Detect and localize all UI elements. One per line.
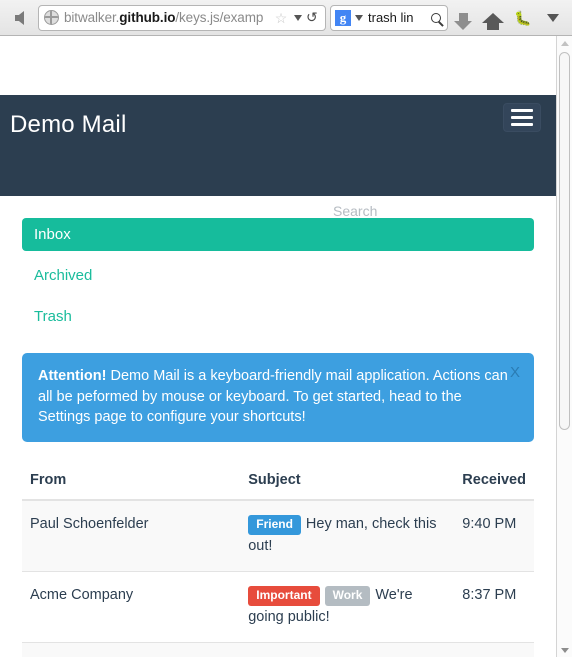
alert-body-text: Demo Mail is a keyboard-friendly mail ap…	[38, 368, 508, 426]
home-icon	[482, 12, 504, 30]
sidebar-item-trash[interactable]: Trash	[22, 300, 534, 333]
hamburger-bar	[511, 109, 533, 112]
browser-search-input[interactable]: trash lin	[367, 10, 431, 25]
table-row[interactable]: Mom FamilyYou haven't called in two week…	[22, 642, 534, 657]
browser-window: bitwalker.github.io/keys.js/examp ☆ ↻ g …	[0, 0, 572, 657]
table-header-row: From Subject Received	[22, 465, 534, 501]
cell-subject: Important Work We're going public!	[240, 571, 455, 643]
table-body: Paul Schoenfelder Friend Hey man, check t…	[22, 499, 534, 657]
list-item: Trash	[22, 300, 534, 333]
downloads-button[interactable]	[448, 4, 478, 32]
hamburger-bar	[511, 123, 533, 126]
status-badge[interactable]: Work	[324, 585, 371, 606]
back-button[interactable]	[4, 4, 34, 32]
sidebar-item-archived[interactable]: Archived	[22, 259, 534, 292]
url-prefix: bitwalker.	[64, 10, 120, 25]
main-content: Inbox Archived Trash X Attention! Demo M…	[0, 196, 556, 657]
browser-search-bar[interactable]: g trash lin	[330, 4, 448, 31]
cell-received: 8:37 PM	[454, 571, 534, 643]
cell-subject: FamilyYou haven't called in two weeks!!	[240, 642, 455, 657]
address-bar[interactable]: bitwalker.github.io/keys.js/examp ☆ ↻	[38, 4, 326, 31]
attention-alert: X Attention! Demo Mail is a keyboard-fri…	[22, 353, 534, 442]
status-badge[interactable]: Friend	[248, 514, 301, 535]
chevron-down-icon[interactable]	[294, 14, 303, 21]
mailbox-nav: Inbox Archived Trash	[22, 218, 534, 333]
page-title: Demo Mail	[10, 111, 127, 138]
chevron-up-icon	[560, 40, 569, 46]
cell-received: 9:40 PM	[454, 499, 534, 572]
browser-toolbar: bitwalker.github.io/keys.js/examp ☆ ↻ g …	[0, 0, 572, 36]
cell-subject: Friend Hey man, check this out!	[240, 499, 455, 572]
cell-from: Mom	[22, 642, 241, 657]
sidebar-item-inbox[interactable]: Inbox	[22, 218, 534, 251]
scrollbar-thumb[interactable]	[559, 52, 570, 430]
overflow-menu-button[interactable]	[538, 4, 568, 32]
search-engine-chevron-down-icon[interactable]	[355, 14, 363, 21]
url-path: /keys.js/examp	[175, 10, 264, 25]
star-icon[interactable]: ☆	[275, 11, 288, 25]
column-header-from[interactable]: From	[22, 465, 241, 501]
globe-icon	[44, 10, 59, 25]
alert-strong-text: Attention!	[38, 368, 107, 384]
overflow-chevron-down-icon	[547, 13, 559, 22]
cell-from: Acme Company	[22, 571, 241, 643]
extension-button[interactable]: 🐛	[508, 4, 538, 32]
back-arrow-icon	[14, 10, 24, 25]
hamburger-menu-button[interactable]	[503, 103, 541, 132]
chevron-down-icon	[560, 647, 569, 653]
scroll-down-button[interactable]	[557, 643, 572, 657]
magnifier-icon[interactable]	[431, 12, 441, 23]
download-arrow-icon	[453, 13, 472, 30]
status-badge[interactable]: Important	[248, 585, 320, 606]
hamburger-bar	[511, 116, 533, 119]
close-alert-button[interactable]: X	[510, 364, 520, 381]
column-header-received[interactable]: Received	[454, 465, 534, 501]
table-header: From Subject Received	[22, 465, 534, 501]
list-item: Inbox	[22, 218, 534, 251]
cell-received: 5:43 PM	[454, 642, 534, 657]
home-button[interactable]	[478, 4, 508, 32]
url-domain: github.io	[119, 10, 176, 25]
scroll-up-button[interactable]	[557, 36, 572, 50]
mail-list-table: From Subject Received Paul Schoenfelder …	[22, 465, 534, 657]
list-item: Archived	[22, 259, 534, 292]
google-g-icon: g	[335, 9, 351, 26]
vertical-scrollbar[interactable]	[556, 36, 572, 657]
cell-from: Paul Schoenfelder	[22, 499, 241, 572]
table-row[interactable]: Paul Schoenfelder Friend Hey man, check t…	[22, 499, 534, 572]
address-bar-url: bitwalker.github.io/keys.js/examp	[64, 10, 272, 25]
extension-bug-icon: 🐛	[514, 9, 532, 26]
site-header: Demo Mail	[0, 95, 556, 225]
page-viewport: Demo Mail Inbox Archived Trash	[0, 36, 556, 657]
column-header-subject[interactable]: Subject	[240, 465, 455, 501]
reload-icon[interactable]: ↻	[306, 9, 318, 26]
table-row[interactable]: Acme Company Important Work We're going pu…	[22, 571, 534, 643]
